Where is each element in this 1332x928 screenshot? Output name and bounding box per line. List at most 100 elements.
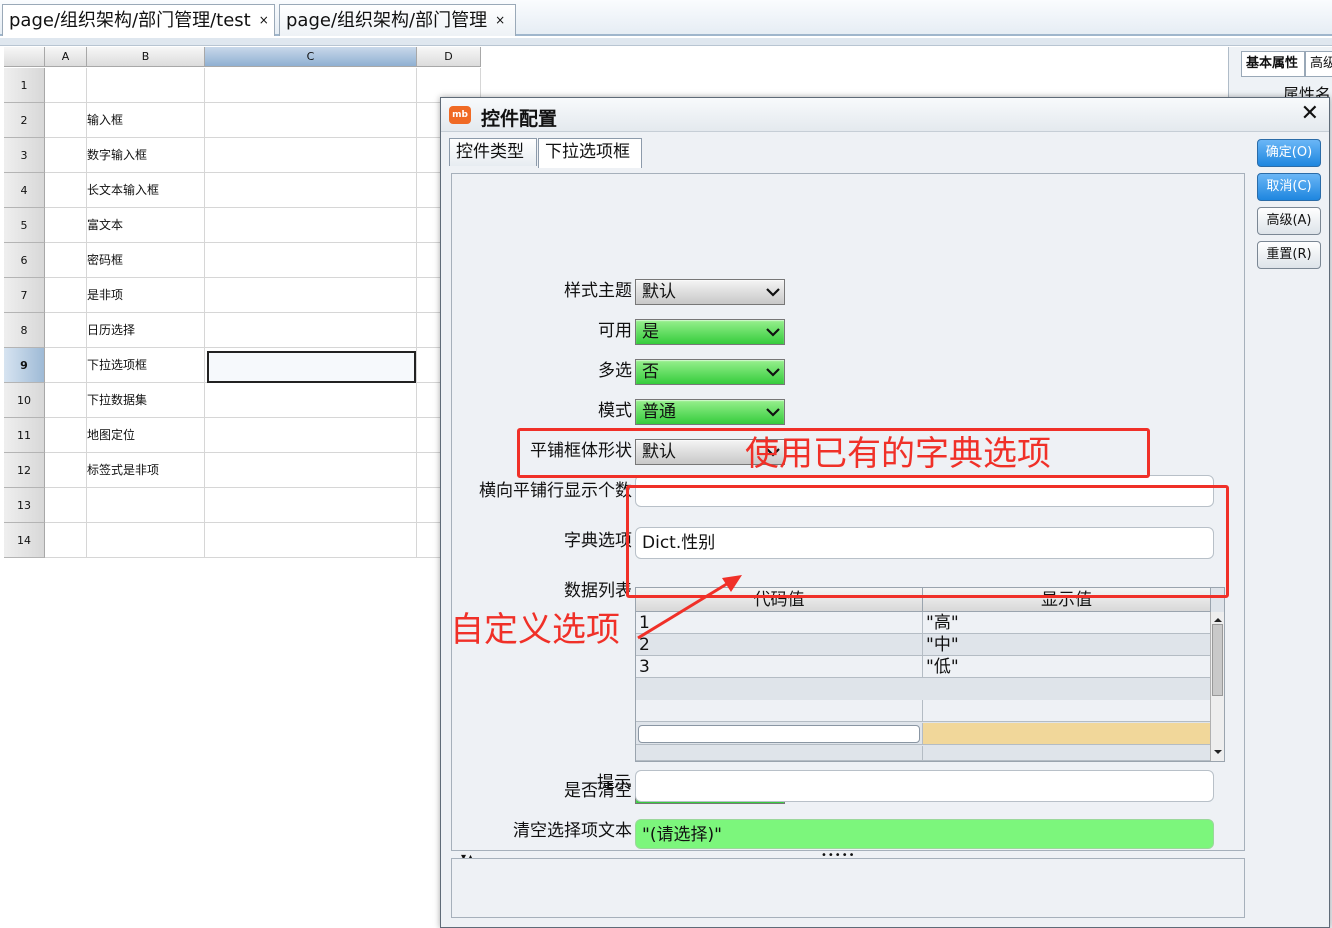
sheet-cell[interactable] <box>45 243 87 278</box>
sheet-cell[interactable] <box>87 68 205 103</box>
sheet-cell[interactable]: 密码框 <box>87 243 205 278</box>
row-header[interactable]: 6 <box>4 243 45 278</box>
sheet-cell[interactable] <box>205 313 417 348</box>
sheet-cell[interactable] <box>45 418 87 453</box>
sheet-cell[interactable]: 地图定位 <box>87 418 205 453</box>
sheet-cell[interactable] <box>45 278 87 313</box>
sheet-cell[interactable]: 数字输入框 <box>87 138 205 173</box>
sheet-cell[interactable] <box>45 68 87 103</box>
grid-new-row-code[interactable] <box>636 723 923 745</box>
scroll-down-icon[interactable] <box>1212 747 1224 757</box>
sheet-cell[interactable] <box>205 68 417 103</box>
sheet-cell[interactable] <box>205 103 417 138</box>
row-header[interactable]: 14 <box>4 523 45 558</box>
sheet-cell[interactable] <box>87 523 205 558</box>
clear-text-input[interactable]: "(请选择)" <box>635 819 1214 849</box>
grid-display-cell[interactable]: "高" <box>923 612 1211 634</box>
mode-select[interactable]: 普通 <box>635 399 785 425</box>
style-theme-value: 默认 <box>642 282 676 302</box>
row-header[interactable]: 12 <box>4 453 45 488</box>
sheet-cell[interactable]: 输入框 <box>87 103 205 138</box>
row-header[interactable]: 3 <box>4 138 45 173</box>
tab-control-type[interactable]: 控件类型 <box>449 138 537 166</box>
ok-button[interactable]: 确定(O) <box>1257 139 1321 167</box>
app-logo-icon: mb <box>449 106 471 124</box>
sheet-cell[interactable] <box>45 138 87 173</box>
sheet-cell[interactable]: 下拉数据集 <box>87 383 205 418</box>
row-header[interactable]: 2 <box>4 103 45 138</box>
column-header-b[interactable]: B <box>87 47 205 67</box>
grid-empty-cell[interactable] <box>636 700 923 722</box>
sheet-cell[interactable] <box>205 383 417 418</box>
chevron-down-icon <box>766 408 780 417</box>
grid-empty-cell[interactable] <box>923 700 1211 722</box>
sheet-cell[interactable] <box>205 208 417 243</box>
sheet-cell[interactable]: 是非项 <box>87 278 205 313</box>
row-header[interactable]: 5 <box>4 208 45 243</box>
sheet-cell[interactable] <box>45 383 87 418</box>
sheet-cell[interactable] <box>45 313 87 348</box>
sheet-cell[interactable] <box>205 138 417 173</box>
sheet-cell[interactable] <box>45 103 87 138</box>
selected-cell[interactable] <box>207 351 416 383</box>
row-header[interactable]: 13 <box>4 488 45 523</box>
sheet-cell[interactable] <box>45 523 87 558</box>
multi-select-label: 多选 <box>598 361 632 381</box>
sheet-cell[interactable]: 富文本 <box>87 208 205 243</box>
sheet-cell[interactable] <box>205 453 417 488</box>
hint-input[interactable] <box>635 770 1214 802</box>
grid-edit-input[interactable] <box>638 725 920 743</box>
sheet-cell[interactable] <box>87 488 205 523</box>
row-header[interactable]: 11 <box>4 418 45 453</box>
row-header[interactable]: 1 <box>4 68 45 103</box>
column-header-a[interactable]: A <box>45 47 87 67</box>
row-header[interactable]: 9 <box>4 348 45 383</box>
sheet-cell[interactable] <box>45 348 87 383</box>
sheet-cell[interactable]: 日历选择 <box>87 313 205 348</box>
style-theme-select[interactable]: 默认 <box>635 279 785 305</box>
corner-cell[interactable] <box>4 47 45 67</box>
dialog-titlebar[interactable]: mb 控件配置 ✕ <box>441 98 1329 132</box>
reset-button[interactable]: 重置(R) <box>1257 241 1321 269</box>
tab-close-icon[interactable]: × <box>495 13 505 27</box>
row-header[interactable]: 10 <box>4 383 45 418</box>
column-header-d[interactable]: D <box>417 47 481 67</box>
column-header-c[interactable]: C <box>205 47 417 67</box>
row-header[interactable]: 8 <box>4 313 45 348</box>
sheet-cell[interactable] <box>45 173 87 208</box>
tab-dropdown[interactable]: 下拉选项框 <box>538 138 642 168</box>
grid-scrollbar[interactable] <box>1210 612 1224 761</box>
close-icon[interactable]: ✕ <box>1301 102 1319 126</box>
advanced-button[interactable]: 高级(A) <box>1257 207 1321 235</box>
scroll-thumb[interactable] <box>1212 624 1223 696</box>
row-header[interactable]: 7 <box>4 278 45 313</box>
sheet-cell[interactable]: 标签式是非项 <box>87 453 205 488</box>
grid-empty-cell[interactable] <box>636 746 923 761</box>
cancel-button[interactable]: 取消(C) <box>1257 173 1321 201</box>
sheet-cell[interactable] <box>205 523 417 558</box>
enabled-select[interactable]: 是 <box>635 319 785 345</box>
row-header[interactable]: 4 <box>4 173 45 208</box>
tab-basic-properties[interactable]: 基本属性 <box>1241 51 1305 77</box>
sheet-cell[interactable] <box>205 243 417 278</box>
multi-select-select[interactable]: 否 <box>635 359 785 385</box>
sheet-cell[interactable] <box>45 453 87 488</box>
grid-code-cell[interactable]: 3 <box>636 656 923 678</box>
grid-empty-cell[interactable] <box>923 746 1211 761</box>
grid-new-row-display[interactable] <box>923 723 1211 745</box>
sheet-cell[interactable] <box>45 488 87 523</box>
tab-dept-manage[interactable]: page/组织架构/部门管理 × <box>279 4 516 36</box>
tab-test-page[interactable]: page/组织架构/部门管理/test × <box>2 4 275 36</box>
sheet-cell[interactable] <box>205 418 417 453</box>
tab-advanced-properties[interactable]: 高级 <box>1305 51 1332 77</box>
tab-close-icon[interactable]: × <box>259 13 269 27</box>
sheet-cell[interactable]: 下拉选项框 <box>87 348 205 383</box>
grid-display-cell[interactable]: "低" <box>923 656 1211 678</box>
sheet-cell[interactable] <box>205 488 417 523</box>
sheet-cell[interactable] <box>205 173 417 208</box>
sheet-cell[interactable] <box>205 278 417 313</box>
tile-count-label: 横向平铺行显示个数 <box>479 481 632 501</box>
sheet-cell[interactable]: 长文本输入框 <box>87 173 205 208</box>
sheet-cell[interactable] <box>45 208 87 243</box>
grid-display-cell[interactable]: "中" <box>923 634 1211 656</box>
